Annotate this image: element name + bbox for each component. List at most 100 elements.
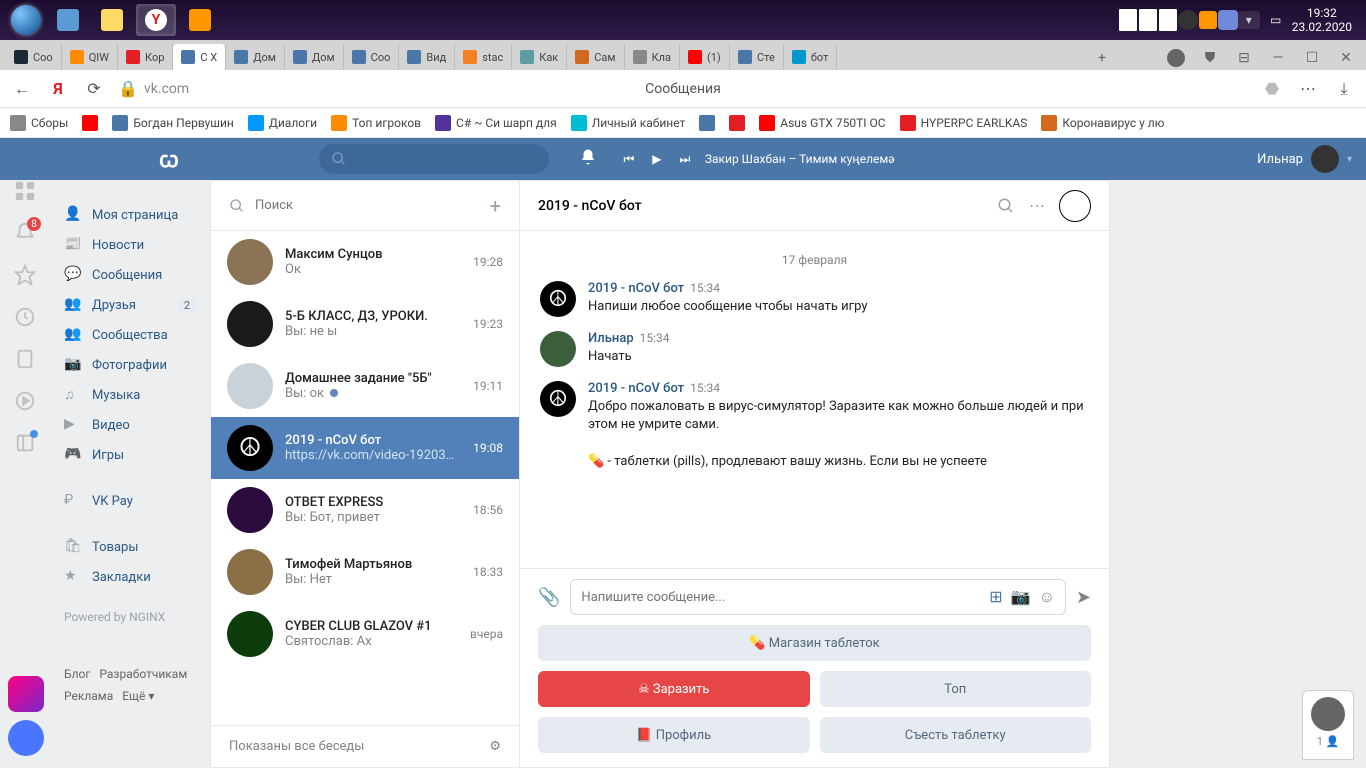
new-dialog-icon[interactable]: + — [490, 194, 501, 218]
nav-item[interactable]: 🛍Товары — [50, 532, 210, 562]
dialog-item[interactable]: 5-Б КЛАСС, ДЗ, УРОКИ.Вы: не ы19:23 — [211, 293, 519, 355]
nav-item[interactable]: ♫Музыка — [50, 380, 210, 410]
nav-item[interactable]: 📷Фотографии — [50, 350, 210, 380]
nav-item[interactable]: ₽VK Pay — [50, 486, 210, 516]
nav-item[interactable]: ★Закладки — [50, 562, 210, 592]
tray-doc-icon[interactable] — [1118, 10, 1138, 30]
taskbar-app[interactable] — [180, 4, 220, 36]
reload-button[interactable]: ⟳ — [82, 77, 106, 101]
start-button[interactable] — [6, 4, 46, 36]
dialog-item[interactable]: ОТВЕТ EXPRESSВы: Бот, привет18:56 — [211, 479, 519, 541]
more-icon[interactable]: ⋯ — [1029, 196, 1045, 215]
back-button[interactable]: ← — [10, 77, 34, 101]
clock[interactable]: 19:32 23.02.2020 — [1292, 6, 1360, 35]
vk-search[interactable] — [319, 144, 549, 174]
tray-network-icon[interactable]: ▭ — [1266, 10, 1286, 30]
kb-eat-button[interactable]: Съесть таблетку — [820, 717, 1092, 753]
dialog-item[interactable]: CYBER CLUB GLAZOV #1Святослав: Ахвчера — [211, 603, 519, 665]
dialog-item[interactable]: Тимофей МартьяновВы: Нет18:33 — [211, 541, 519, 603]
bookmark-item[interactable] — [729, 115, 745, 131]
camera-icon[interactable]: 📷 — [1011, 587, 1031, 607]
nav-item[interactable]: 🎮Игры — [50, 440, 210, 470]
yandex-button[interactable]: Я — [46, 77, 70, 101]
track-title[interactable]: Закир Шахбан – Тимим куңелемә — [705, 152, 895, 166]
bookmark-item[interactable] — [699, 115, 715, 131]
menu-icon[interactable]: ⋯ — [1296, 77, 1320, 101]
bookmark-icon[interactable]: ⬣ — [1260, 77, 1284, 101]
browser-tab[interactable]: Соо — [344, 44, 400, 70]
bookmark-item[interactable]: Asus GTX 750TI OC — [759, 115, 885, 131]
kb-infect-button[interactable]: ☠ Заразить — [538, 671, 810, 707]
taskbar-app[interactable] — [48, 4, 88, 36]
bookmark-item[interactable]: C# ~ Си шарп для — [435, 115, 557, 131]
kb-profile-button[interactable]: 📕 Профиль — [538, 717, 810, 753]
new-tab-button[interactable]: + — [1090, 46, 1114, 70]
dialog-item[interactable]: ☮2019 - nCoV ботhttps://vk.com/video-192… — [211, 417, 519, 479]
browser-tab[interactable]: stac — [455, 44, 512, 70]
nav-item[interactable]: 👥Друзья2 — [50, 290, 210, 320]
kb-top-button[interactable]: Топ — [820, 671, 1092, 707]
sidebar-apps-icon[interactable] — [14, 180, 36, 202]
shield-icon[interactable]: ⛊ — [1198, 46, 1222, 70]
sidebar-bell-icon[interactable]: 8 — [14, 222, 36, 244]
user-icon[interactable] — [1164, 46, 1188, 70]
next-track-icon[interactable]: ⏭ — [677, 151, 693, 167]
chat-widget[interactable]: 1 👤 — [1302, 690, 1354, 760]
attach-icon[interactable]: 📎 — [538, 587, 560, 608]
dialog-item[interactable]: Домашнее задание "5Б"Вы: ок19:11 — [211, 355, 519, 417]
message-input[interactable] — [581, 590, 989, 605]
nav-item[interactable]: 📰Новости — [50, 230, 210, 260]
chat-title[interactable]: 2019 - nCoV бот — [538, 198, 642, 214]
bookmark-item[interactable]: Коронавирус у лю — [1041, 115, 1164, 131]
tray-discord-icon[interactable] — [1218, 10, 1238, 30]
nav-item[interactable]: 👤Моя страница — [50, 200, 210, 230]
play-icon[interactable]: ▶ — [649, 151, 665, 167]
browser-tab[interactable]: Кор — [118, 44, 173, 70]
bookmark-item[interactable]: HYPERPC EARLKAS — [900, 115, 1028, 131]
browser-tab[interactable]: бот — [784, 44, 838, 70]
taskbar-app-browser[interactable]: Y — [136, 4, 176, 36]
nav-item[interactable]: 💬Сообщения — [50, 260, 210, 290]
downloads-icon[interactable]: ⊟ — [1232, 46, 1256, 70]
browser-tab[interactable]: Дом — [226, 44, 285, 70]
notifications-icon[interactable] — [579, 148, 597, 170]
bookmark-item[interactable]: Сборы — [10, 115, 68, 131]
tray-doc-icon[interactable] — [1158, 10, 1178, 30]
gear-icon[interactable]: ⚙ — [489, 739, 501, 754]
url-field[interactable]: 🔒 vk.com Сообщения — [118, 79, 1248, 99]
browser-tab[interactable]: QIW — [62, 44, 118, 70]
browser-tab[interactable]: Вид — [399, 44, 455, 70]
taskbar-app[interactable] — [92, 4, 132, 36]
nav-item[interactable]: 👥Сообщества — [50, 320, 210, 350]
browser-tab[interactable]: Кла — [625, 44, 680, 70]
prev-track-icon[interactable]: ⏮ — [621, 151, 637, 167]
yandex-bottom-button-2[interactable] — [8, 720, 44, 756]
sidebar-play-icon[interactable] — [14, 390, 36, 412]
bookmark-item[interactable]: Диалоги — [248, 115, 317, 131]
tray-sublime-icon[interactable] — [1198, 10, 1218, 30]
kb-shop-button[interactable]: 💊 Магазин таблеток — [538, 625, 1091, 661]
maximize-button[interactable]: ☐ — [1300, 46, 1324, 70]
browser-tab[interactable]: Сте — [730, 44, 784, 70]
vk-logo[interactable]: ꞷ — [159, 144, 179, 174]
bookmark-item[interactable]: Топ игроков — [331, 115, 421, 131]
send-button[interactable]: ➤ — [1076, 587, 1091, 608]
browser-tab[interactable]: Дом — [285, 44, 344, 70]
tray-obs-icon[interactable] — [1178, 10, 1198, 30]
bookmark-item[interactable] — [82, 115, 98, 131]
browser-tab[interactable]: Как — [512, 44, 567, 70]
yandex-bottom-button-1[interactable] — [8, 676, 44, 712]
chat-avatar[interactable]: ☮ — [1059, 190, 1091, 222]
user-menu[interactable]: Ильнар ▾ — [1257, 145, 1352, 173]
dialog-search-input[interactable] — [255, 198, 480, 213]
minimize-button[interactable]: — — [1266, 46, 1290, 70]
sidebar-history-icon[interactable] — [14, 306, 36, 328]
dialog-item[interactable]: Максим СунцовОк19:28 — [211, 231, 519, 293]
sidebar-collapse-icon[interactable] — [14, 432, 36, 454]
tray-doc-icon[interactable] — [1138, 10, 1158, 30]
browser-tab[interactable]: (1) — [680, 44, 730, 70]
tray-expand-icon[interactable]: ▾ — [1238, 11, 1260, 29]
download-icon[interactable]: ⤓ — [1332, 77, 1356, 101]
browser-tab[interactable]: С X — [173, 44, 226, 70]
sidebar-clipboard-icon[interactable] — [14, 348, 36, 370]
